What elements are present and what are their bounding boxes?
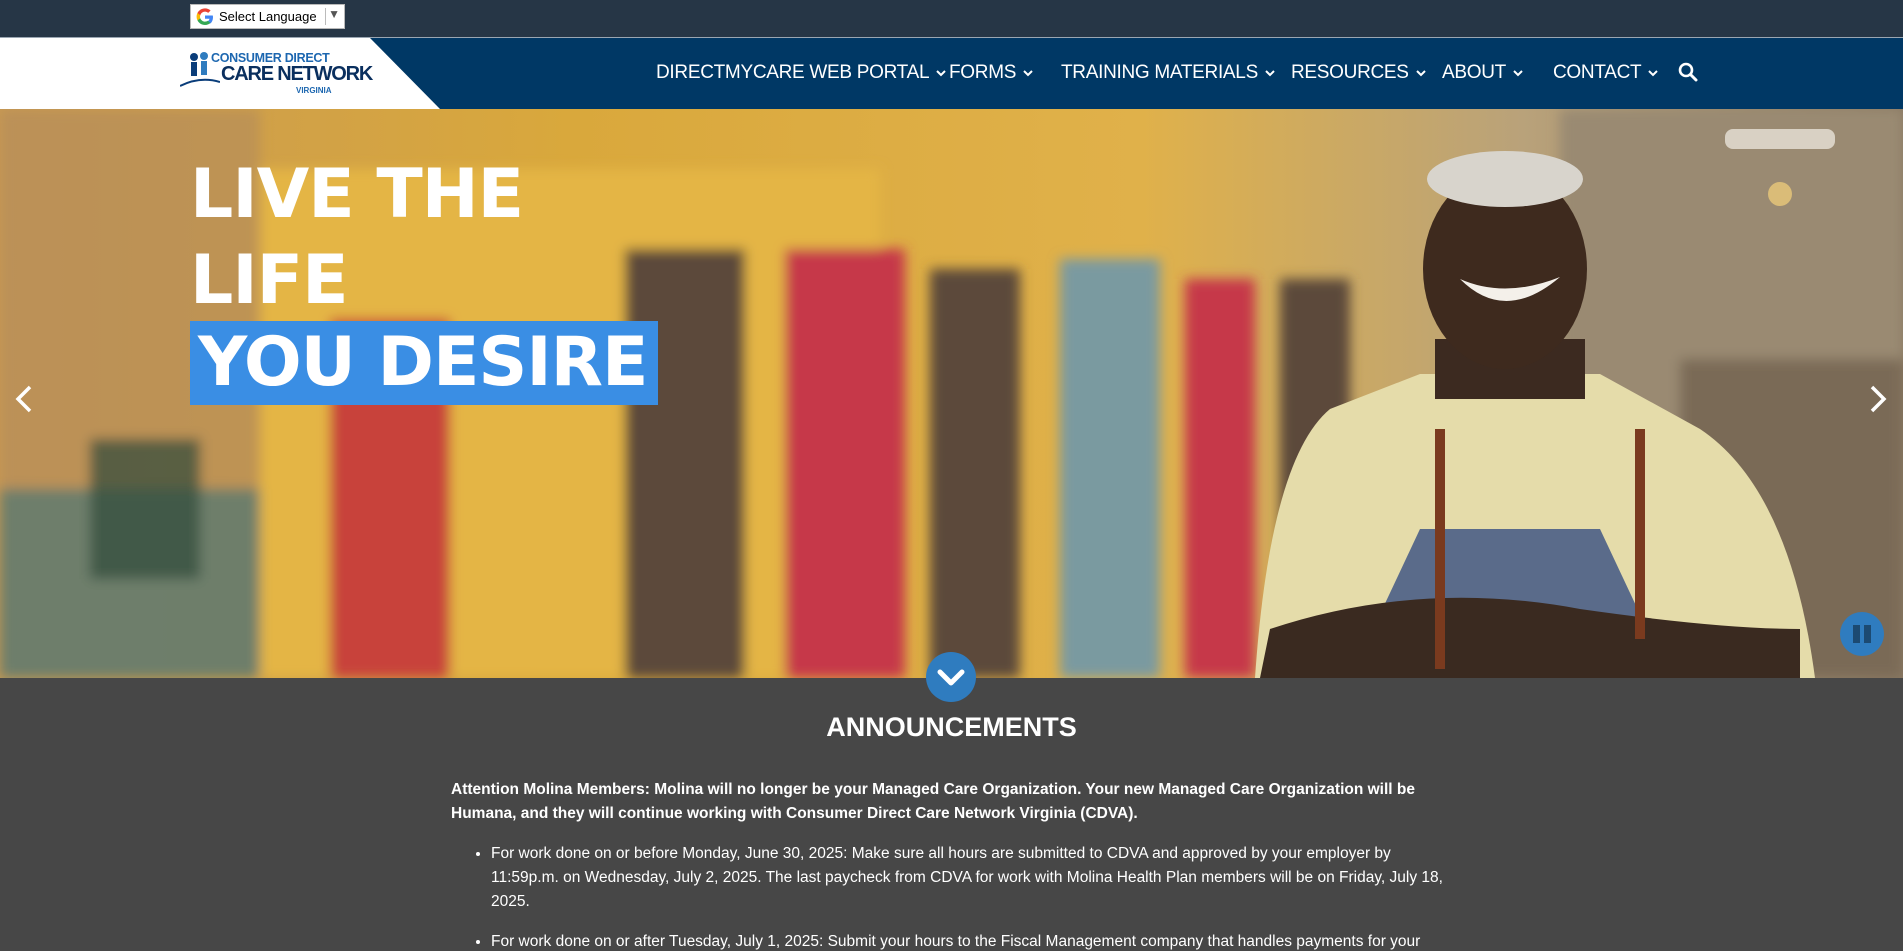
language-divider	[325, 8, 326, 25]
hero-carousel: LIVE THE LIFE YOU DESIRE	[0, 109, 1903, 678]
nav-training-materials[interactable]: TRAINING MATERIALS	[1061, 62, 1276, 84]
announcement-list: For work done on or before Monday, June …	[451, 842, 1451, 951]
google-icon	[196, 7, 213, 25]
nav-label: CONTACT	[1553, 62, 1642, 83]
chevron-down-icon	[1023, 70, 1033, 77]
pause-icon	[1853, 625, 1871, 643]
nav-about[interactable]: ABOUT	[1442, 62, 1524, 84]
chevron-down-icon	[1648, 70, 1659, 77]
logo-panel[interactable]: CONSUMER DIRECT CARE NETWORK VIRGINIA	[0, 38, 440, 109]
nav-label: ABOUT	[1442, 62, 1506, 83]
logo-backdrop	[0, 38, 440, 109]
announcement-intro: Attention Molina Members: Molina will no…	[451, 781, 1415, 822]
carousel-prev-arrow-icon[interactable]	[10, 379, 40, 419]
main-header: CONSUMER DIRECT CARE NETWORK VIRGINIA DI…	[0, 38, 1903, 109]
nav-label: TRAINING MATERIALS	[1061, 62, 1258, 83]
nav-directmycare-web-portal[interactable]: DIRECTMYCARE WEB PORTAL	[656, 62, 947, 84]
chevron-down-icon	[1415, 70, 1426, 77]
chevron-down-icon	[1513, 70, 1523, 77]
chevron-down-icon	[937, 669, 965, 686]
list-item: For work done on or after Tuesday, July …	[491, 930, 1451, 951]
scroll-down-button[interactable]	[926, 652, 976, 702]
nav-label: RESOURCES	[1291, 62, 1409, 83]
chevron-down-icon	[936, 70, 946, 77]
carousel-next-arrow-icon[interactable]	[1862, 379, 1892, 419]
dropdown-caret-icon: ▼	[328, 7, 340, 21]
language-selector-label: Select Language	[219, 9, 317, 24]
announcements-body: Attention Molina Members: Molina will no…	[451, 778, 1451, 951]
carousel-pause-button[interactable]	[1840, 612, 1884, 656]
nav-contact[interactable]: CONTACT	[1553, 62, 1659, 84]
logo-line-2: CARE NETWORK	[221, 63, 373, 85]
logo-line-3: VIRGINIA	[296, 86, 332, 95]
search-icon[interactable]	[1678, 62, 1698, 82]
list-item: For work done on or before Monday, June …	[491, 842, 1451, 914]
language-selector[interactable]: Select Language ▼	[190, 4, 345, 29]
nav-label: DIRECTMYCARE WEB PORTAL	[656, 62, 930, 83]
hero-headline-line-1: LIVE THE	[190, 155, 524, 234]
hero-headline-line-2: LIFE	[190, 241, 349, 320]
chevron-down-icon	[1265, 70, 1275, 77]
nav-label: FORMS	[949, 62, 1017, 83]
top-utility-bar: Select Language ▼	[0, 0, 1903, 38]
nav-forms[interactable]: FORMS	[949, 62, 1034, 84]
nav-resources[interactable]: RESOURCES	[1291, 62, 1427, 84]
hero-headline-highlight: YOU DESIRE	[190, 321, 658, 405]
announcements-title: ANNOUNCEMENTS	[826, 712, 1077, 742]
